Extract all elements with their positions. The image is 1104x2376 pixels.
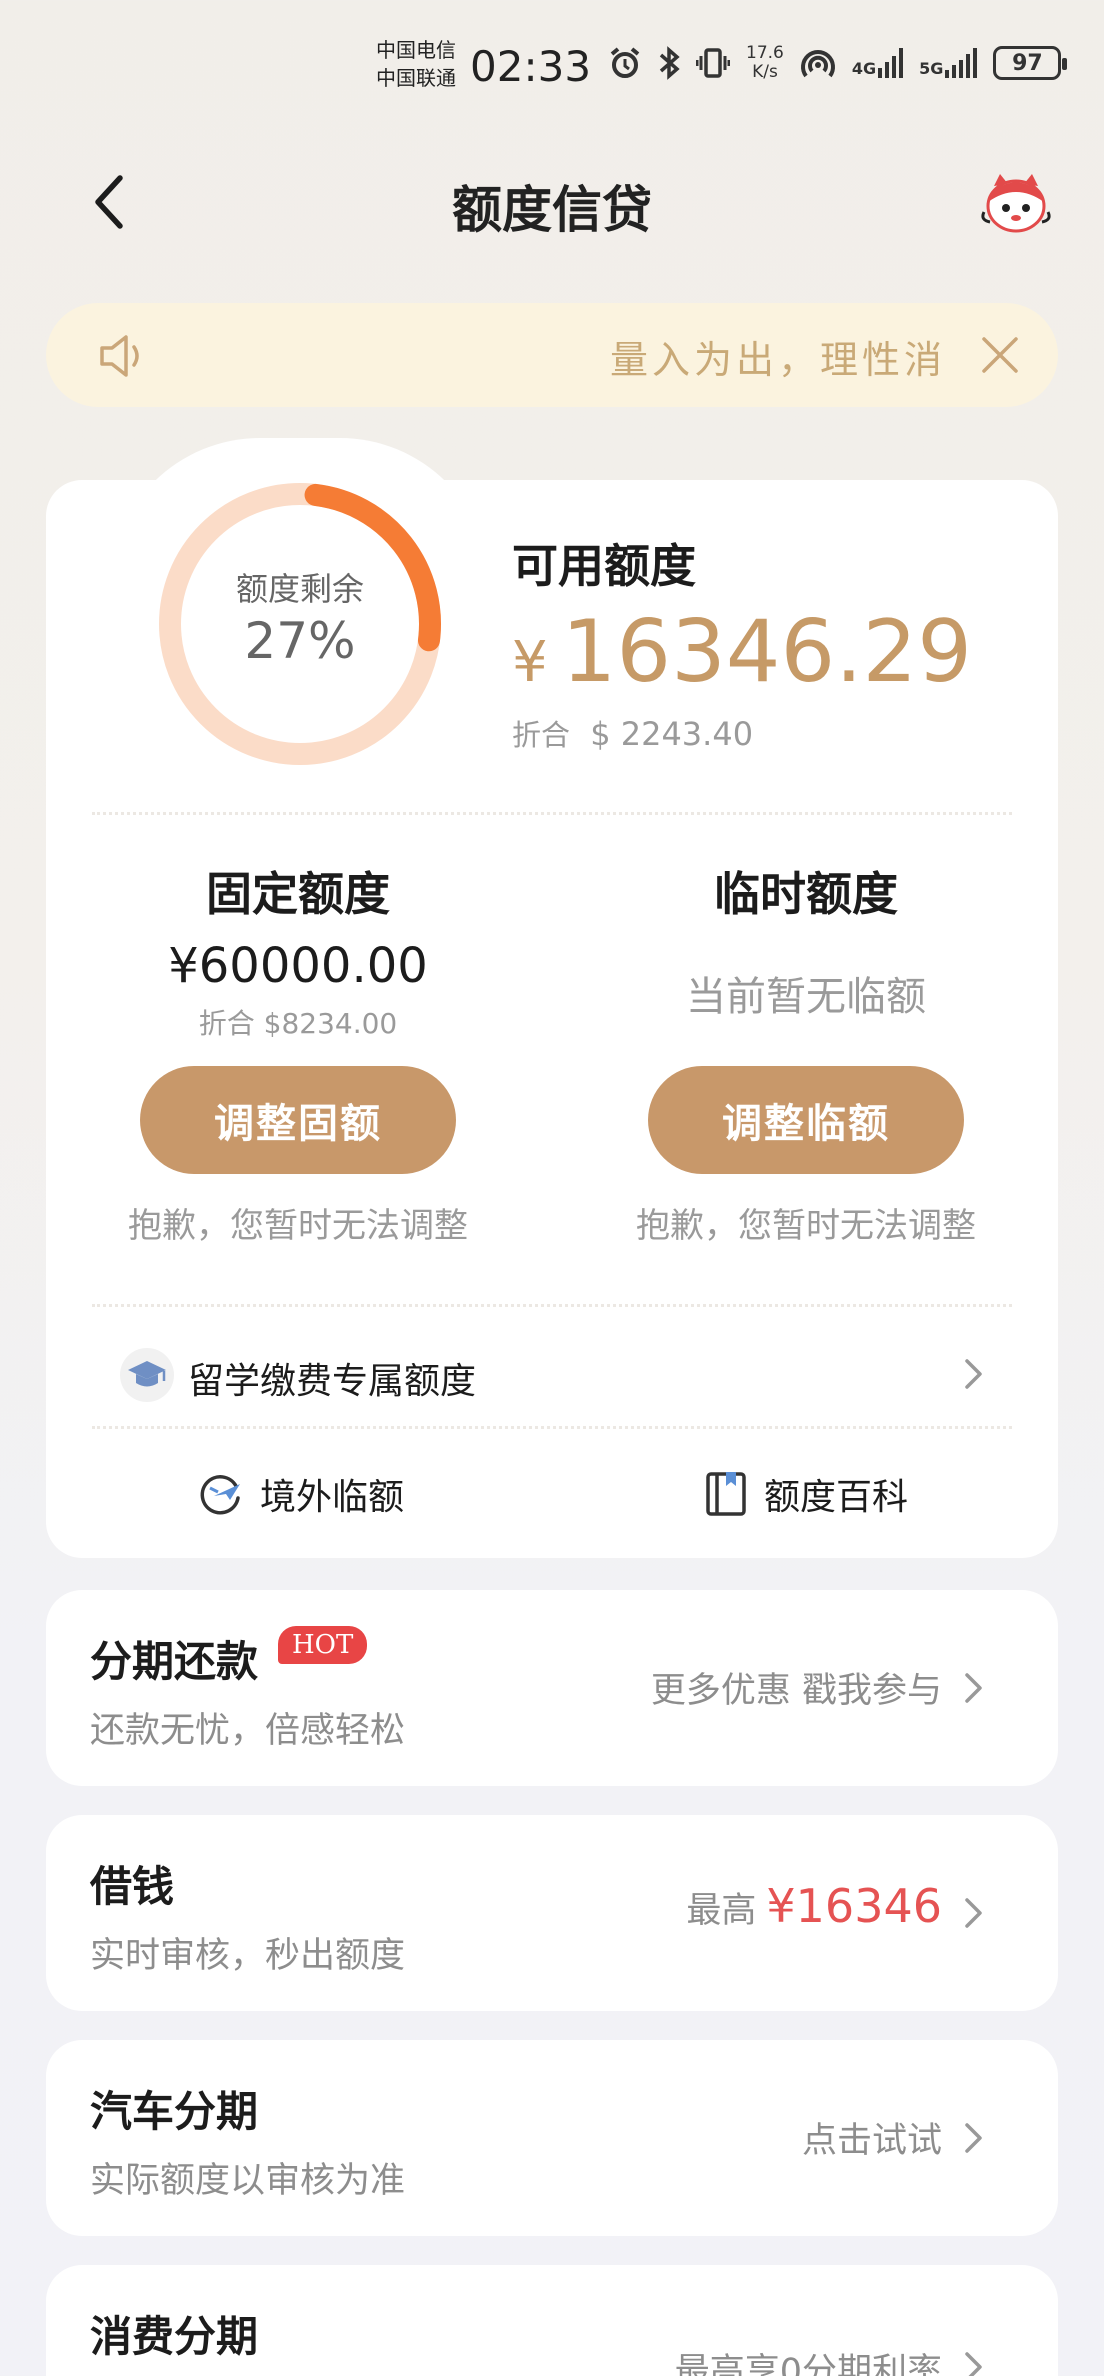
service-title: 分期还款 (90, 1637, 259, 1686)
vibrate-icon (696, 48, 730, 78)
service-title: 汽车分期 (90, 2087, 259, 2136)
graduation-cap-icon (120, 1348, 174, 1402)
hot-badge: HOT (278, 1626, 368, 1664)
fixed-quota-usd: 折合 $8234.00 (198, 1007, 398, 1040)
page-title: 额度信贷 (452, 181, 652, 239)
temporary-quota: 临时额度 当前暂无临额 (596, 858, 1016, 1022)
battery-icon: 97 (993, 46, 1068, 80)
service-subtitle: 实时审核，秒出额度 (90, 1936, 406, 1976)
bluetooth-icon (659, 46, 680, 80)
chevron-right-icon (965, 2352, 982, 2376)
service-action-text: 最高享0分期利率 (674, 2352, 942, 2376)
max-label: 最高 (686, 1891, 757, 1931)
speed-value: 17.6 (746, 43, 784, 63)
ring-label: 额度剩余 (235, 570, 364, 608)
quota-wiki-label: 额度百科 (764, 1477, 909, 1518)
alarm-icon (610, 47, 640, 78)
divider (92, 1304, 1012, 1307)
fixed-quota: 固定额度 ¥60000.00 折合 $8234.00 (88, 858, 508, 1042)
currency-symbol: ¥ (512, 630, 548, 695)
service-action-text: 点击试试 (801, 2121, 942, 2161)
service-action: 更多优惠 戳我参与 (651, 1662, 942, 1713)
signal-2: 5G (919, 48, 978, 78)
notice-text: 量入为出，理性消 (609, 338, 946, 382)
available-limit-amount: ¥ 16346.29 (512, 602, 972, 702)
fixed-adjust-note: 抱歉，您暂时无法调整 (128, 1206, 468, 1246)
usd-label: 折合 (512, 718, 571, 752)
service-action: 最高 ¥16346 (686, 1879, 942, 1933)
usd-amount: $ 2243.40 (590, 715, 754, 753)
study-abroad-quota-row[interactable]: 留学缴费专属额度 (46, 1312, 1058, 1436)
service-action-text: 更多优惠 戳我参与 (650, 1671, 942, 1711)
chevron-right-icon (965, 1898, 982, 1928)
service-title: 消费分期 (90, 2312, 259, 2361)
network-speed: 17.6 K/s (746, 44, 784, 82)
service-action: 点击试试 (802, 2112, 942, 2163)
consumer-installment-card[interactable]: 消费分期 最高享0分期利率 (46, 2265, 1058, 2376)
available-limit-title: 可用额度 (512, 539, 696, 593)
installment-repay-card[interactable]: 分期还款 HOT 还款无忧，倍感轻松 更多优惠 戳我参与 (46, 1590, 1058, 1786)
study-abroad-label: 留学缴费专属额度 (188, 1361, 477, 1402)
car-installment-card[interactable]: 汽车分期 实际额度以审核为准 点击试试 (46, 2040, 1058, 2236)
service-title: 借钱 (90, 1862, 175, 1911)
overseas-temp-quota-label: 境外临额 (260, 1477, 405, 1518)
network-type-2: 5G (919, 59, 944, 78)
overseas-temp-quota-link[interactable]: 境外临额 (196, 1464, 404, 1524)
book-icon (706, 1472, 746, 1516)
chevron-right-icon (965, 1359, 982, 1389)
service-action: 最高享0分期利率 (675, 2343, 942, 2376)
chevron-right-icon (965, 2123, 982, 2153)
carrier-2: 中国联通 (376, 66, 456, 90)
temporary-adjust-note: 抱歉，您暂时无法调整 (636, 1206, 976, 1246)
hotspot-icon (800, 50, 835, 78)
close-icon[interactable] (978, 333, 1022, 377)
signal-bars-icon (945, 48, 978, 78)
divider (92, 812, 1012, 815)
notice-bar[interactable]: 量入为出，理性消 (46, 303, 1058, 407)
service-subtitle: 还款无忧，倍感轻松 (90, 1711, 406, 1751)
chevron-right-icon (965, 1673, 982, 1703)
status-bar: 中国电信 中国联通 02:33 17.6 K/s 4G 5G 97 (0, 0, 1104, 130)
mascot-avatar-icon[interactable] (980, 168, 1052, 240)
temporary-quota-title: 临时额度 (714, 867, 898, 921)
status-icons: 17.6 K/s 4G 5G 97 (608, 44, 1068, 82)
status-time: 02:33 (470, 42, 592, 91)
speaker-icon (100, 335, 139, 377)
temporary-quota-empty: 当前暂无临额 (686, 974, 926, 1020)
signal-1: 4G (851, 48, 904, 78)
carrier-names: 中国电信 中国联通 (376, 36, 456, 92)
adjust-fixed-button[interactable]: 调整固额 (140, 1066, 456, 1174)
borrow-money-card[interactable]: 借钱 实时审核，秒出额度 最高 ¥16346 (46, 1815, 1058, 2011)
max-amount: ¥16346 (766, 1879, 942, 1933)
carrier-1: 中国电信 (376, 38, 456, 62)
network-type-1: 4G (851, 59, 877, 78)
battery-level: 97 (1012, 50, 1043, 76)
divider (92, 1426, 1012, 1429)
plane-globe-icon (200, 1475, 240, 1515)
speed-unit: K/s (752, 62, 778, 82)
amount-value: 16346.29 (561, 602, 972, 702)
ring-percent: 27% (244, 612, 356, 670)
fixed-quota-title: 固定额度 (206, 867, 390, 921)
signal-bars-icon (878, 48, 904, 78)
quota-wiki-link[interactable]: 额度百科 (704, 1464, 908, 1524)
fixed-quota-amount: ¥60000.00 (168, 938, 428, 994)
service-subtitle: 实际额度以审核为准 (90, 2161, 406, 2201)
adjust-temporary-button[interactable]: 调整临额 (648, 1066, 964, 1174)
available-usd: 折合 $ 2243.40 (512, 712, 753, 754)
